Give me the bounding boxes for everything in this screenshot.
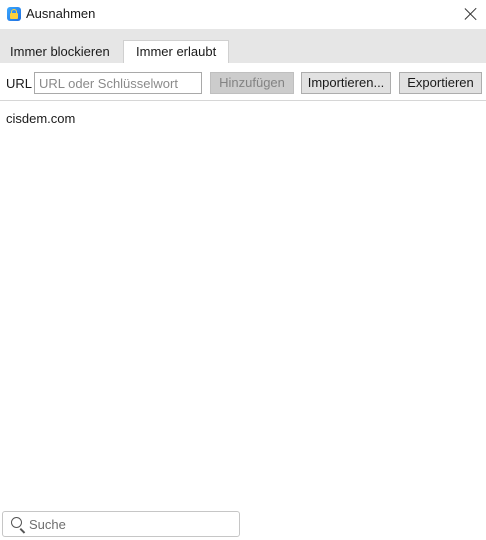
toolbar: URL Hinzufügen Importieren... Exportiere… (0, 63, 486, 101)
close-icon[interactable] (461, 4, 481, 24)
search-input[interactable] (29, 514, 229, 534)
tab-bar: Immer blockieren Immer erlaubt (0, 29, 486, 64)
add-button[interactable]: Hinzufügen (210, 72, 294, 94)
exception-list: cisdem.com (0, 101, 486, 506)
search-icon (11, 517, 22, 528)
export-button[interactable]: Exportieren (399, 72, 482, 94)
url-input[interactable] (34, 72, 202, 94)
list-item[interactable]: cisdem.com (6, 111, 75, 126)
window-title: Ausnahmen (26, 6, 96, 21)
import-button[interactable]: Importieren... (301, 72, 391, 94)
url-label: URL (6, 76, 33, 91)
title-bar: Ausnahmen (0, 0, 486, 28)
lock-icon (7, 7, 21, 21)
search-box[interactable] (2, 511, 240, 537)
tab-always-block[interactable]: Immer blockieren (0, 41, 120, 63)
tab-always-allowed[interactable]: Immer erlaubt (123, 40, 230, 64)
